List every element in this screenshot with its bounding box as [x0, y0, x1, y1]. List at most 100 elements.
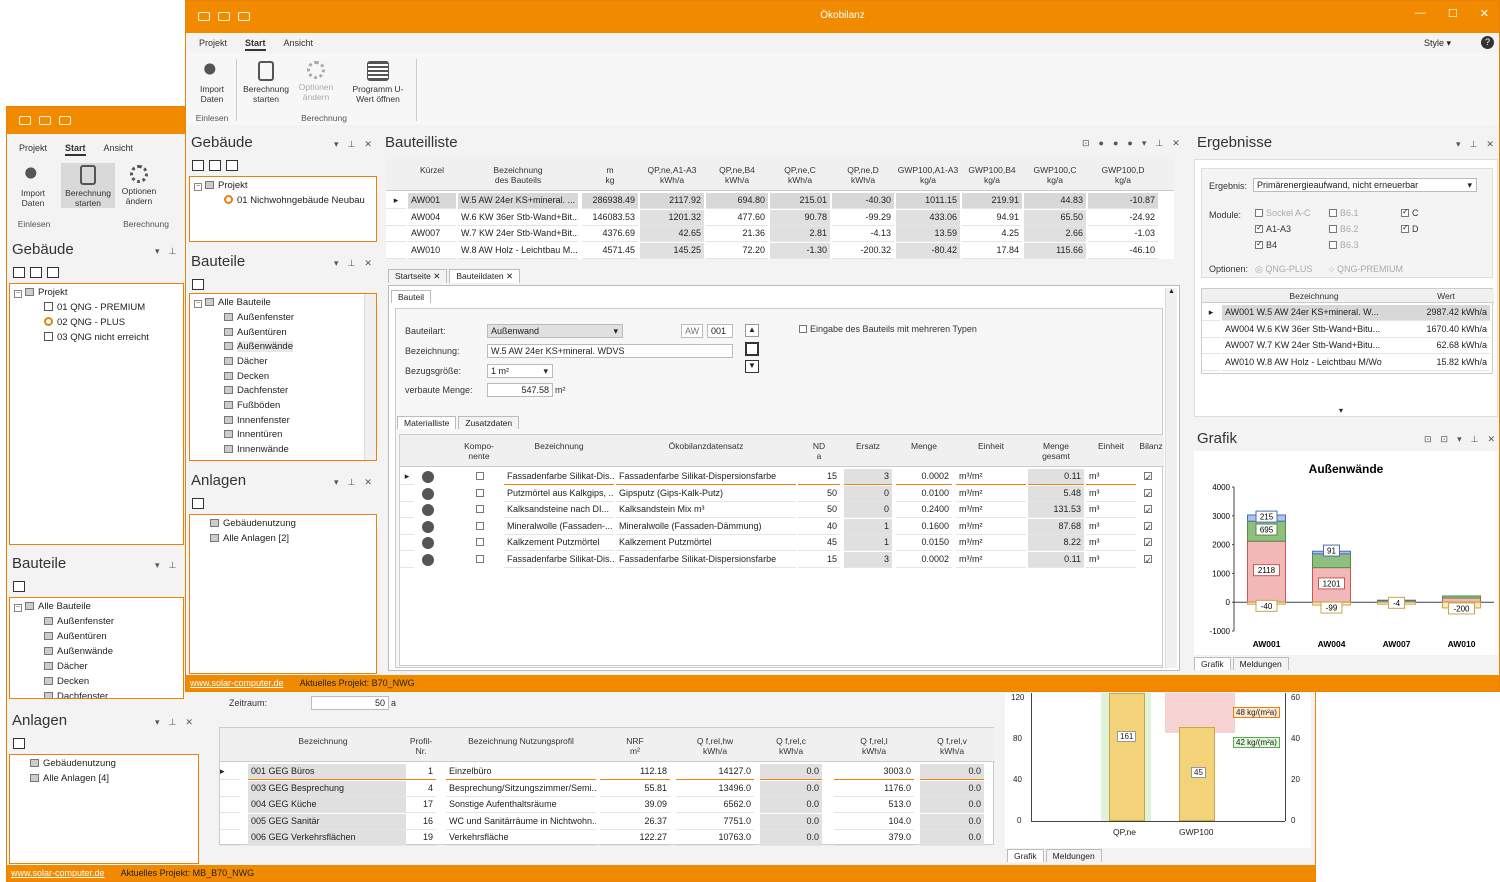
table-row[interactable] — [220, 814, 240, 830]
bauteilart-select[interactable]: Außenwand ▾ — [487, 324, 623, 338]
bauteilliste-col-header[interactable]: GWP100,B4 kg/a — [962, 165, 1022, 185]
tab-grafik[interactable]: Grafik — [1194, 657, 1231, 670]
bauteilliste-col-header[interactable]: Bezeichnung des Bauteils — [458, 165, 578, 185]
table-row[interactable] — [220, 797, 240, 813]
pin-icon[interactable]: ⊥ — [348, 139, 356, 150]
tab-zusatzdaten[interactable]: Zusatzdaten — [458, 416, 520, 429]
komponente-checkbox[interactable] — [476, 535, 490, 551]
module-checkbox[interactable]: A1-A3 — [1255, 223, 1291, 234]
module-checkbox[interactable]: B6.1 — [1329, 208, 1359, 218]
maximize-icon[interactable]: ☐ — [1448, 7, 1458, 20]
back-calc-button[interactable]: Berechnung starten — [61, 163, 115, 208]
table-row[interactable] — [400, 486, 414, 502]
komponente-checkbox[interactable] — [476, 502, 490, 518]
bauteilliste-col-header[interactable]: QP,ne,D kWh/a — [832, 165, 894, 185]
tree-bauteil-item[interactable]: Fußböden — [237, 400, 280, 411]
module-checkbox[interactable]: B6.2 — [1329, 224, 1359, 234]
back-new-icon[interactable] — [13, 267, 25, 278]
uwert-button[interactable]: Programm U-Wert öffnen — [344, 61, 412, 104]
info3-icon[interactable]: ● — [1127, 138, 1132, 149]
menu-projekt[interactable]: Projekt — [199, 38, 227, 51]
back-tree-item[interactable]: Dächer — [57, 661, 88, 672]
move-down-button[interactable]: ▼ — [745, 360, 759, 373]
back-website-link[interactable]: www.solar-computer.de — [11, 868, 105, 878]
komponente-checkbox[interactable] — [476, 519, 490, 535]
tree-gebaeudenutzung[interactable]: Gebäudenutzung — [223, 518, 296, 529]
bauteile-new-icon[interactable] — [192, 279, 204, 290]
back-tree-item[interactable]: Außentüren — [57, 631, 107, 642]
module-checkbox[interactable]: Sockel A-C — [1255, 208, 1311, 218]
bauteilliste-col-header[interactable]: GWP100,D kg/a — [1088, 165, 1158, 185]
material-col-header[interactable]: Menge gesamt — [1028, 441, 1084, 461]
back-tree-gebaeudenutzung[interactable]: Gebäudenutzung — [43, 758, 116, 769]
tab-meldungen[interactable]: Meldungen — [1232, 657, 1289, 670]
bilanz-checkbox[interactable] — [1144, 552, 1158, 568]
help-icon[interactable]: ? — [1481, 36, 1494, 49]
expand-icon[interactable]: ▾ — [1339, 406, 1343, 415]
bauteilliste-col-header[interactable]: GWP100,A1-A3 kg/a — [896, 165, 960, 185]
material-col-header[interactable]: Ersatz — [844, 441, 892, 451]
back-zeitraum-input[interactable]: 50 — [311, 696, 389, 710]
back-bauteile-new-icon[interactable] — [13, 581, 25, 592]
copy-button[interactable] — [745, 342, 759, 356]
back-tree-item[interactable]: Außenwände — [57, 646, 113, 657]
table-row[interactable] — [1202, 338, 1220, 354]
style-dropdown[interactable]: Style ▾ — [1424, 38, 1451, 49]
tree-projekt[interactable]: Projekt — [218, 180, 248, 191]
back-tab-grafik[interactable]: Grafik — [1007, 849, 1044, 862]
close-icon[interactable]: ✕ — [1480, 7, 1489, 20]
material-col-header[interactable]: Ökobilanzdatensatz — [616, 441, 796, 451]
back-tab-meldungen[interactable]: Meldungen — [1045, 849, 1102, 862]
table-row[interactable]: ▸ — [1202, 305, 1220, 321]
export-icon[interactable]: ⊡ — [1082, 138, 1090, 149]
tree-bauteil-item[interactable]: Dächer — [237, 356, 268, 367]
tree-bauteil-item[interactable]: Außentüren — [237, 327, 287, 338]
table-row[interactable]: ▸ — [400, 469, 414, 485]
tab-startseite[interactable]: Startseite ✕ — [388, 269, 448, 283]
back-tree-item[interactable]: Außenfenster — [57, 616, 114, 627]
material-col-header[interactable]: Einheit — [956, 441, 1026, 451]
back-anlagen-new-icon[interactable] — [13, 738, 25, 749]
back-col-header[interactable]: Bezeichnung — [248, 736, 398, 746]
tree-bauteil-item[interactable]: Innentüren — [237, 429, 282, 440]
bauteilliste-col-header[interactable]: m kg — [582, 165, 638, 185]
bezeichnung-input[interactable]: W.5 AW 24er KS+mineral. WDVS — [487, 344, 733, 358]
material-col-header[interactable]: Bilanz — [1138, 441, 1164, 451]
back-dropdown-icon[interactable]: ▾ — [155, 246, 160, 257]
material-col-header[interactable]: Kompo- nente — [454, 441, 504, 461]
back-pin-icon[interactable]: ⊥ — [169, 246, 177, 257]
material-col-header[interactable]: Bezeichnung — [504, 441, 614, 451]
material-col-header[interactable]: Einheit — [1086, 441, 1136, 451]
back-menu-start[interactable]: Start — [65, 143, 86, 156]
export-chart-icon[interactable]: ⊡ — [1441, 434, 1449, 445]
back-col-header[interactable]: Q f,rel,hw kWh/a — [676, 736, 754, 756]
panel-menu-icon[interactable]: ▾ — [334, 139, 339, 150]
back-copy-icon[interactable] — [30, 267, 42, 278]
bauteilliste-col-header[interactable]: QP,ne,A1-A3 kWh/a — [640, 165, 704, 185]
back-col-header[interactable]: Q f,rel,c kWh/a — [760, 736, 822, 756]
bauteilliste-col-header[interactable]: QP,ne,C kWh/a — [770, 165, 830, 185]
tree-bauteil-item[interactable]: Außenwände — [237, 341, 293, 352]
move-up-button[interactable]: ▲ — [745, 324, 759, 337]
tree-bauteil-item[interactable]: Decken — [237, 371, 269, 382]
tree-bauteil-item[interactable]: Innenfenster — [237, 415, 290, 426]
back-col-header[interactable]: Q f,rel,v kWh/a — [920, 736, 984, 756]
module-checkbox[interactable]: D — [1401, 223, 1419, 234]
back-tree-item[interactable]: Dachfenster — [57, 691, 108, 698]
back-options-button[interactable]: Optionen ändern — [115, 165, 163, 206]
module-checkbox[interactable]: B6.3 — [1329, 240, 1359, 250]
back-tree-qng-premium[interactable]: 01 QNG - PREMIUM — [57, 302, 145, 313]
tree-alle-anlagen[interactable]: Alle Anlagen [2] — [223, 533, 289, 544]
table-row[interactable]: ▸ — [386, 193, 406, 209]
back-delete-icon[interactable] — [47, 267, 59, 278]
bauteilliste-col-header[interactable]: QP,ne,B4 kWh/a — [706, 165, 768, 185]
tree-bauteil-item[interactable]: Innenwände — [237, 444, 289, 455]
menu-ansicht[interactable]: Ansicht — [284, 38, 314, 51]
back-import-button[interactable]: Import Daten — [11, 165, 55, 208]
komponente-checkbox[interactable] — [476, 552, 490, 568]
zoom-icon[interactable]: ⊡ — [1424, 434, 1432, 445]
back-print-icon[interactable] — [59, 116, 71, 125]
komponente-checkbox[interactable] — [476, 486, 490, 502]
back-col-header[interactable]: Profil- Nr. — [406, 736, 436, 756]
table-row[interactable] — [400, 502, 414, 518]
